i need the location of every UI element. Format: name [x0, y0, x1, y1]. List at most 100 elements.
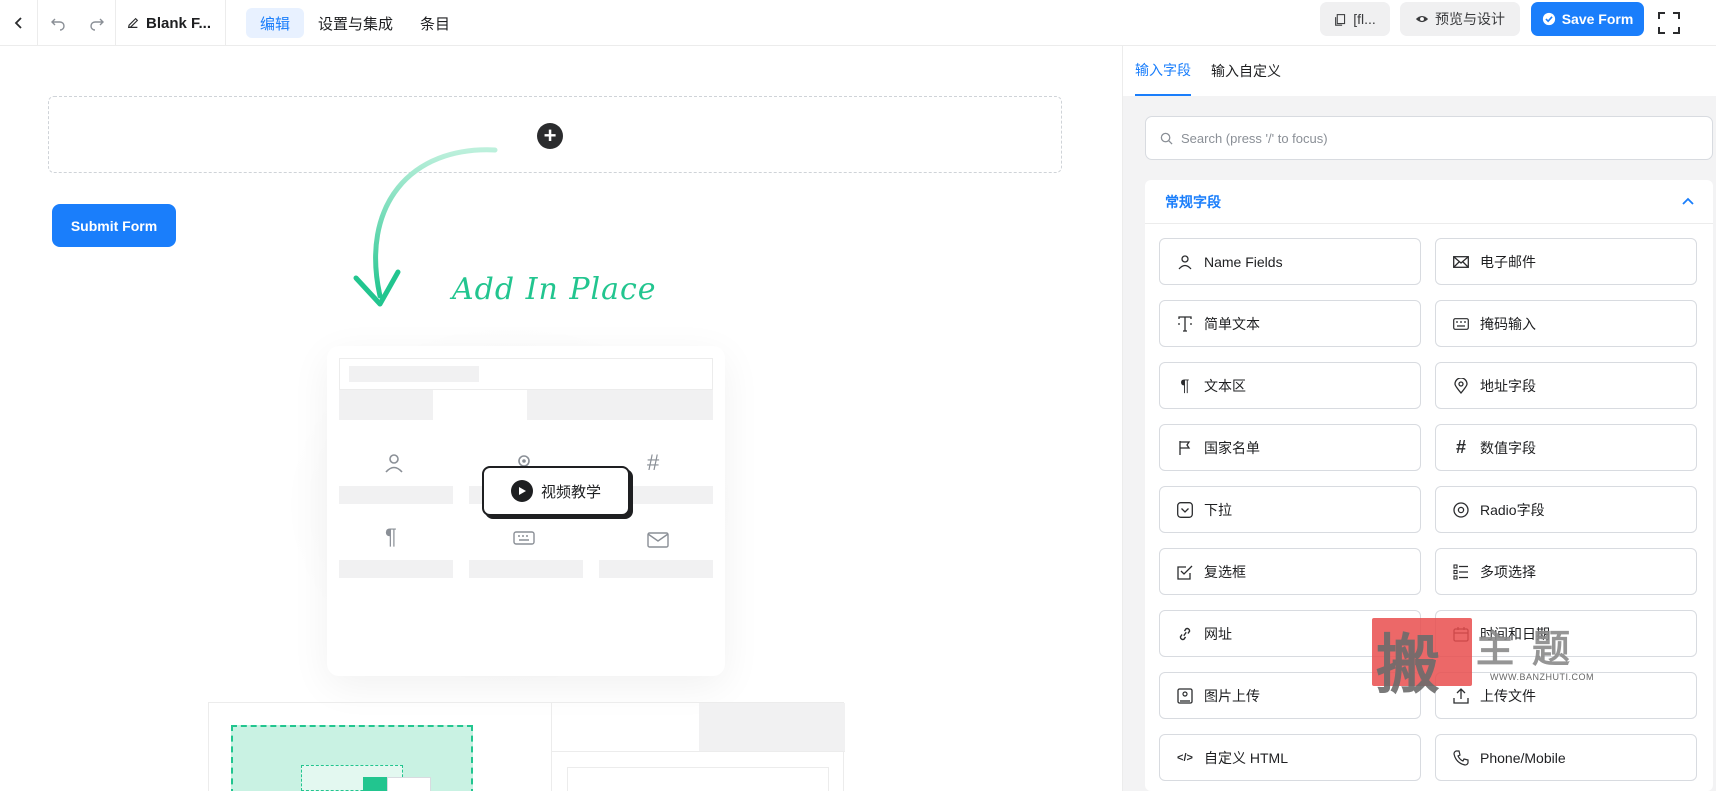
hash-icon: # [647, 450, 660, 475]
divider [551, 751, 845, 752]
watermark-site: WWW.BANZHUTI.COM [1490, 672, 1594, 682]
field-label: 文本区 [1204, 377, 1246, 394]
field-label: 图片上传 [1204, 687, 1260, 704]
layout-preview-illustration [208, 702, 845, 791]
tab-settings-integrations[interactable]: 设置与集成 [304, 8, 407, 38]
watermark-logo: 搬 主题 WWW.BANZHUTI.COM [1372, 618, 1602, 703]
keyboard-icon [1452, 317, 1470, 330]
field-masked-input[interactable]: 掩码输入 [1435, 300, 1697, 347]
undo-icon [51, 18, 65, 31]
chevron-up-icon[interactable] [1681, 194, 1695, 208]
panel-tabs: 输入字段 输入自定义 [1123, 46, 1716, 96]
field-label: 国家名单 [1204, 439, 1260, 456]
watermark-text: 主题 [1476, 626, 1589, 671]
list-icon [1452, 563, 1470, 580]
field-label: 数值字段 [1480, 439, 1536, 456]
field-radio[interactable]: Radio字段 [1435, 486, 1697, 533]
placeholder-bar [339, 560, 453, 578]
envelope-icon [1452, 255, 1470, 268]
field-custom-html[interactable]: </> 自定义 HTML [1159, 734, 1421, 781]
field-numeric[interactable]: # 数值字段 [1435, 424, 1697, 471]
divider [551, 703, 552, 791]
dropdown-icon [1176, 501, 1194, 518]
tab-input-fields[interactable]: 输入字段 [1135, 46, 1191, 96]
hash-icon: # [1455, 437, 1466, 457]
video-tutorial-label: 视频教学 [540, 483, 601, 501]
preview-label: 预览与设计 [1435, 11, 1505, 27]
placeholder-tab [527, 390, 713, 420]
person-icon [1176, 254, 1194, 270]
redo-icon [89, 18, 104, 31]
field-textarea[interactable]: ¶ 文本区 [1159, 362, 1421, 409]
form-title-text: Blank F... [146, 14, 212, 32]
section-title: 常规字段 [1165, 193, 1221, 210]
field-label: Name Fields [1204, 253, 1283, 270]
tab-settings-label: 设置与集成 [318, 15, 394, 33]
field-simple-text[interactable]: 简单文本 [1159, 300, 1421, 347]
field-label: 下拉 [1204, 501, 1232, 518]
save-form-label: Save Form [1561, 11, 1634, 27]
placeholder-block [699, 703, 845, 751]
save-form-button[interactable]: Save Form [1531, 2, 1644, 36]
add-field-icon[interactable]: + [537, 123, 563, 149]
field-label: Phone/Mobile [1480, 749, 1566, 766]
map-pin-icon [1452, 377, 1470, 394]
video-tutorial-button[interactable]: 视频教学 [482, 466, 630, 516]
placeholder-bar [469, 560, 583, 578]
placeholder-bar [349, 366, 479, 382]
radio-icon [1452, 501, 1470, 518]
link-icon [1176, 626, 1194, 642]
add-in-place-caption: Add In Place [452, 272, 657, 307]
field-phone-mobile[interactable]: Phone/Mobile [1435, 734, 1697, 781]
image-icon [1176, 687, 1194, 704]
flag-icon [1176, 440, 1194, 456]
field-dropdown[interactable]: 下拉 [1159, 486, 1421, 533]
eye-icon [1415, 15, 1429, 23]
fullscreen-icon [1658, 12, 1680, 34]
tab-input-customization[interactable]: 输入自定义 [1211, 46, 1281, 96]
tab-entries[interactable]: 条目 [406, 8, 464, 38]
submit-form-button[interactable]: Submit Form [52, 204, 176, 247]
field-country-list[interactable]: 国家名单 [1159, 424, 1421, 471]
tab-edit[interactable]: 编辑 [246, 8, 305, 38]
field-label: 网址 [1204, 625, 1232, 642]
drag-chip [363, 777, 387, 791]
field-label: 简单文本 [1204, 315, 1260, 332]
submit-form-label: Submit Form [70, 217, 158, 234]
field-address[interactable]: 地址字段 [1435, 362, 1697, 409]
placeholder-input [567, 767, 829, 791]
form-title[interactable]: Blank F... [116, 0, 226, 46]
checkbox-icon [1176, 564, 1194, 580]
green-drop-zone [231, 725, 473, 791]
field-name-fields[interactable]: Name Fields [1159, 238, 1421, 285]
undo-button[interactable] [38, 0, 78, 46]
top-toolbar: Blank F... 编辑 设置与集成 条目 [fl... 预览与设计 Save… [0, 0, 1716, 46]
play-icon [510, 480, 533, 502]
preview-design-button[interactable]: 预览与设计 [1400, 2, 1520, 36]
field-checkbox[interactable]: 复选框 [1159, 548, 1421, 595]
field-label: 电子邮件 [1480, 253, 1536, 270]
placeholder-bar [339, 486, 453, 504]
field-label: 掩码输入 [1480, 315, 1536, 332]
drag-chip [387, 777, 431, 791]
paragraph-icon: ¶ [385, 524, 397, 549]
back-button[interactable] [0, 0, 38, 46]
field-label: Radio字段 [1480, 501, 1545, 518]
text-cursor-icon [1176, 315, 1194, 332]
chevron-left-icon [14, 17, 22, 29]
field-email[interactable]: 电子邮件 [1435, 238, 1697, 285]
fullscreen-button[interactable] [1654, 0, 1684, 46]
general-fields-header[interactable]: 常规字段 [1145, 180, 1713, 224]
tab-entries-label: 条目 [420, 15, 451, 33]
field-multiple-choice[interactable]: 多项选择 [1435, 548, 1697, 595]
search-placeholder: Search (press '/' to focus) [1181, 130, 1328, 146]
field-search-input[interactable]: Search (press '/' to focus) [1145, 116, 1713, 160]
envelope-icon [647, 528, 669, 554]
tab-edit-label: 编辑 [260, 15, 291, 33]
placeholder-tab [339, 390, 433, 420]
shortcode-button[interactable]: [fl... [1320, 2, 1390, 36]
paragraph-icon: ¶ [1180, 375, 1190, 395]
watermark-char: 搬 [1376, 628, 1440, 703]
check-circle-icon [1542, 12, 1555, 26]
redo-button[interactable] [78, 0, 116, 46]
